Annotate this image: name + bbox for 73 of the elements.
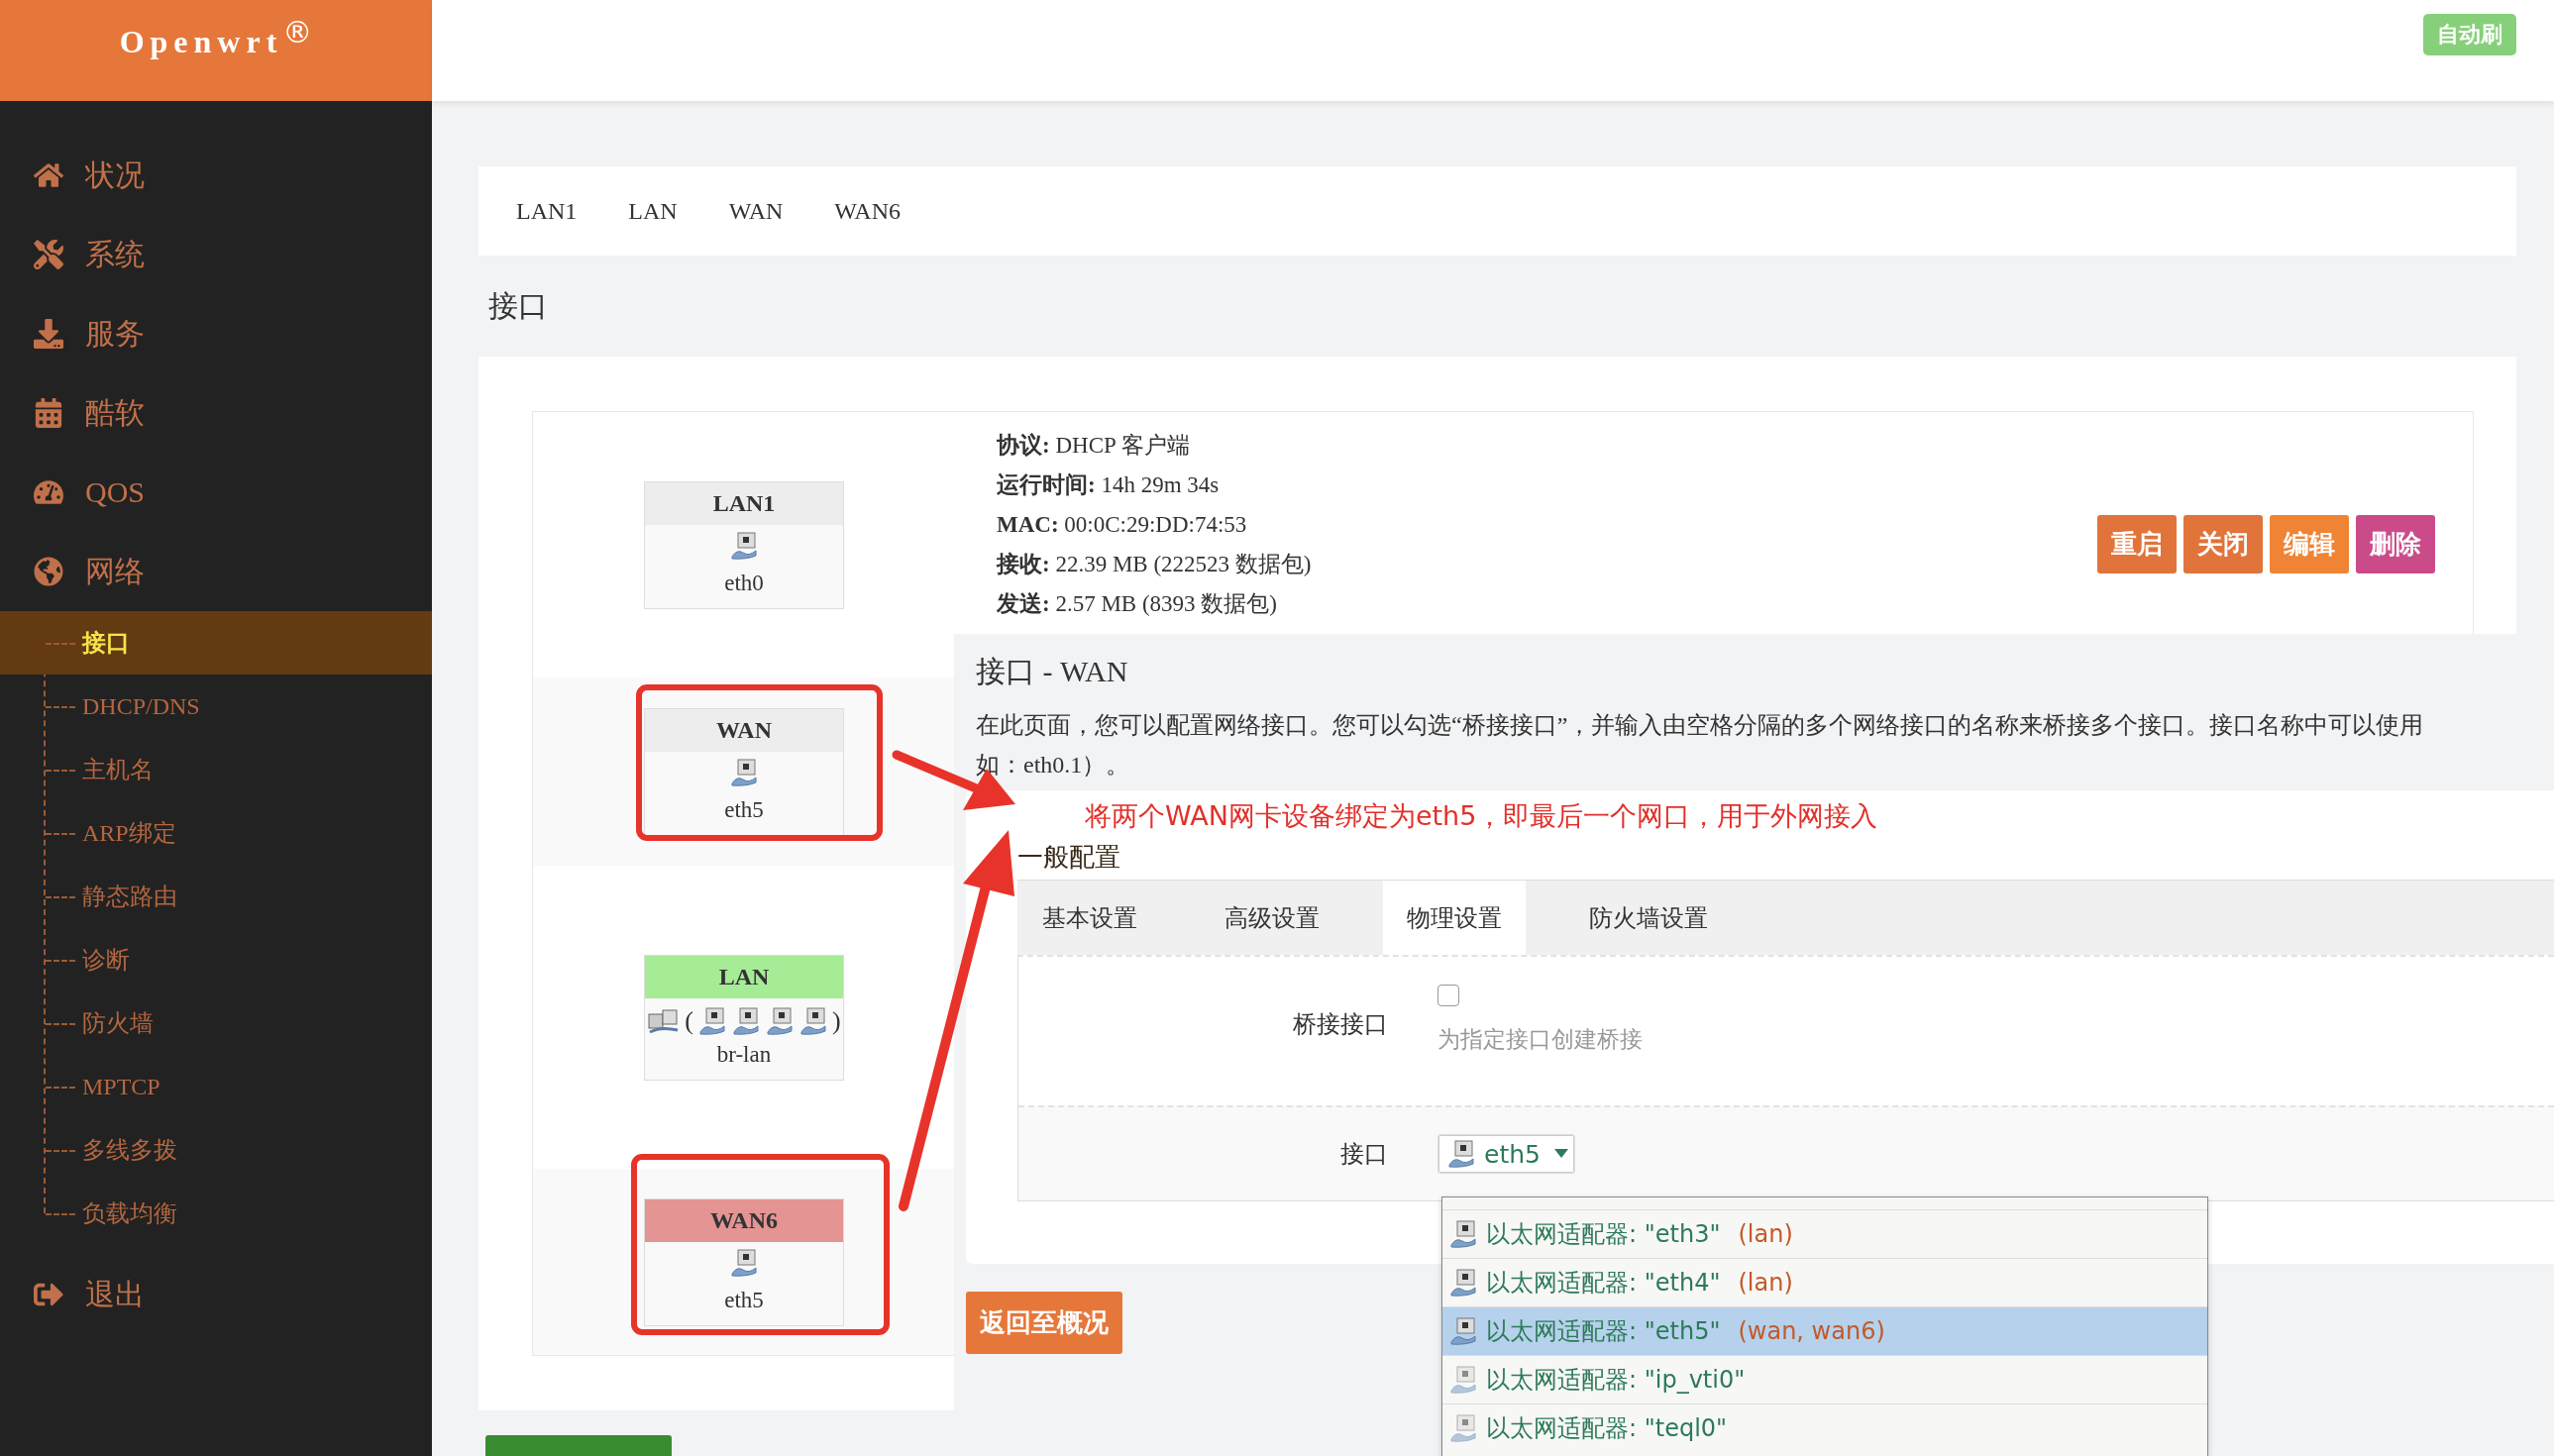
device-name: eth5 [724, 1287, 764, 1313]
status-line: MAC: 00:0C:29:DD:74:53 [997, 511, 1248, 539]
settings-tab[interactable]: 高级设置 [1201, 881, 1343, 955]
status-line: 接收: 22.39 MB (222523 数据包) [997, 551, 1312, 578]
download-icon [34, 319, 63, 349]
sidebar-item[interactable]: 酷软 [0, 373, 432, 453]
globe-icon [34, 557, 63, 586]
field-label: 接口 [1340, 1140, 1388, 1169]
interface-tab[interactable]: WAN [728, 197, 784, 225]
network-adapter-icon [1446, 1139, 1476, 1169]
action-button[interactable]: 删除 [2356, 515, 2435, 573]
sidebar-item[interactable]: 退出 [0, 1255, 432, 1334]
sidebar-subitem[interactable]: 防火墙 [0, 991, 432, 1055]
sidebar-subitem[interactable]: 负载均衡 [0, 1182, 432, 1245]
action-button[interactable]: 重启 [2097, 515, 2177, 573]
settings-tab[interactable]: 物理设置 [1383, 881, 1526, 955]
back-button[interactable]: 返回至概况 [966, 1292, 1122, 1354]
sidebar-item[interactable]: QOS [0, 453, 432, 532]
sidebar-subitem[interactable]: 接口 [0, 611, 432, 675]
status-line: 协议: DHCP 客户端 [997, 432, 1191, 460]
interface-name: LAN [645, 955, 843, 998]
device-name: eth5 [724, 796, 764, 823]
caret-icon [1553, 1149, 1568, 1159]
sidebar-item[interactable]: 服务 [0, 294, 432, 373]
action-button[interactable]: 编辑 [2270, 515, 2349, 573]
network-adapter-icon [765, 1005, 795, 1036]
sidebar-subitem[interactable]: 诊断 [0, 928, 432, 991]
interface-select[interactable]: eth5 [1437, 1134, 1575, 1174]
sidebar-item[interactable]: 系统 [0, 215, 432, 294]
network-adapter-icon [729, 1247, 759, 1278]
network-adapter-icon [731, 1005, 761, 1036]
sidebar-subitem[interactable]: 静态路由 [0, 865, 432, 928]
field-label: 桥接接口 [1293, 1010, 1388, 1039]
network-adapter-icon [729, 530, 759, 561]
bracket: ) [832, 1005, 841, 1036]
home-icon [34, 160, 63, 190]
interface-name: LAN1 [645, 481, 843, 525]
description-text: 在此页面，您可以配置网络接口。您可以勾选“桥接接口”，并输入由空格分隔的多个网络接口的名称来桥接多个接口。接口名称中可以使用 [976, 711, 2425, 740]
action-button[interactable]: 关闭 [2183, 515, 2263, 573]
status-line: 发送: 2.57 MB (8393 数据包) [997, 590, 1279, 618]
gauge-icon [34, 477, 63, 507]
sidebar-subitem[interactable]: MPTCP [0, 1055, 432, 1118]
network-adapter-icon [729, 757, 759, 787]
settings-tab[interactable]: 基本设置 [1017, 881, 1161, 955]
dialog-title: 接口 - WAN [975, 654, 1129, 689]
section-heading: 一般配置 [1017, 843, 1120, 872]
device-name: br-lan [716, 1041, 772, 1068]
dropdown-option[interactable]: 以太网适配器: "eth3" (lan) [1442, 1209, 2207, 1258]
sidebar-item[interactable]: 状况 [0, 136, 432, 215]
sidebar-subitem[interactable]: ARP绑定 [0, 801, 432, 865]
network-adapter-icon [697, 1005, 727, 1036]
calendar-icon [34, 398, 63, 428]
network-adapter-icon [798, 1005, 828, 1036]
dropdown-option[interactable]: 以太网适配器: "eth5" (wan, wan6) [1442, 1306, 2207, 1355]
annotation-text: 将两个WAN网卡设备绑定为eth5，即最后一个网口，用于外网接入 [1085, 800, 1878, 831]
tools-icon [34, 240, 63, 269]
sidebar-subitem[interactable]: 主机名 [0, 738, 432, 801]
status-line: 运行时间: 14h 29m 34s [997, 471, 1221, 499]
settings-tab[interactable]: 防火墙设置 [1565, 881, 1732, 955]
bracket: ( [685, 1005, 693, 1036]
brand-logo: Openwrt® [0, 0, 432, 101]
interface-tab[interactable]: LAN [628, 197, 678, 225]
sidebar-item[interactable]: 网络 [0, 532, 432, 611]
interface-tab[interactable]: WAN6 [834, 197, 901, 225]
interface-name: WAN6 [645, 1198, 843, 1242]
sidebar-subitem[interactable]: 多线多拨 [0, 1118, 432, 1182]
bridge-checkbox[interactable] [1437, 985, 1459, 1006]
interface-name: WAN [645, 708, 843, 752]
help-text: 为指定接口创建桥接 [1437, 1026, 1644, 1054]
section-title: 接口 [487, 287, 549, 324]
interface-tab[interactable]: LAN1 [516, 197, 578, 225]
device-name: eth0 [724, 570, 764, 596]
sidebar-subitem[interactable]: DHCP/DNS [0, 675, 432, 738]
